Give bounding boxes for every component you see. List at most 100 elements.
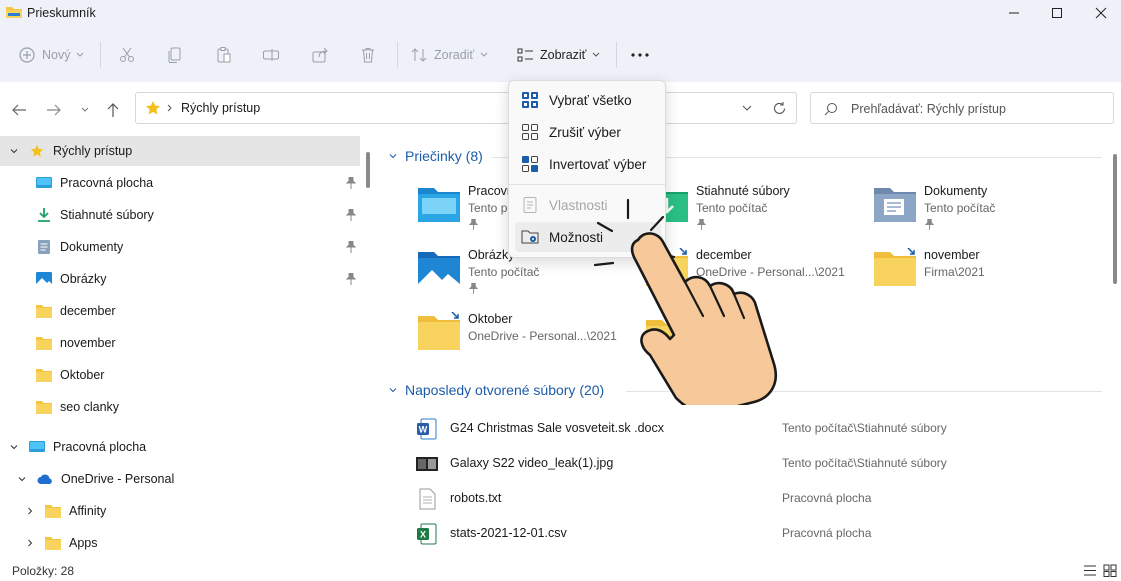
svg-text:W: W xyxy=(419,425,428,435)
close-icon xyxy=(1095,7,1107,19)
new-label: Nový xyxy=(42,48,71,62)
pointing-hand-icon xyxy=(593,198,777,405)
recent-section-header[interactable]: Naposledy otvorené súbory (20) xyxy=(388,382,604,398)
sidebar-item-desktop[interactable]: Pracovná plocha xyxy=(0,168,360,198)
recent-file-row[interactable]: W G24 Christmas Sale vosveteit.sk .docx … xyxy=(416,411,1096,445)
maximize-button[interactable] xyxy=(1034,0,1080,26)
desktop-folder-icon xyxy=(418,188,460,222)
paste-button[interactable] xyxy=(215,42,233,68)
sidebar-item-label: Pracovná plocha xyxy=(60,176,154,190)
desktop-icon xyxy=(36,177,52,188)
pin-icon xyxy=(469,283,478,294)
menu-item-invert-selection[interactable]: Invertovať výber xyxy=(515,149,661,179)
word-icon: W xyxy=(417,418,437,440)
sidebar-item-label: Stiahnuté súbory xyxy=(60,208,154,222)
view-button[interactable]: Zobraziť xyxy=(516,42,600,68)
navigation-pane: Rýchly prístup Pracovná plocha Stiahnuté… xyxy=(0,136,372,560)
rename-icon xyxy=(263,49,279,61)
address-path: Rýchly prístup xyxy=(181,101,261,115)
chevron-down-icon xyxy=(593,52,600,57)
sidebar-item-label: november xyxy=(60,336,116,350)
file-location: Pracovná plocha xyxy=(782,526,872,540)
sidebar-item-label: OneDrive - Personal xyxy=(61,472,175,486)
copy-button[interactable] xyxy=(166,42,184,68)
sidebar-item-documents[interactable]: Dokumenty xyxy=(0,232,360,262)
view-label: Zobraziť xyxy=(540,48,587,62)
refresh-icon[interactable] xyxy=(772,101,787,116)
menu-item-select-all[interactable]: Vybrať všetko xyxy=(515,85,661,115)
sidebar-item-affinity[interactable]: Affinity xyxy=(0,496,360,526)
chevron-right-icon xyxy=(28,507,33,515)
address-bar[interactable]: Rýchly prístup xyxy=(135,92,797,124)
folder-tile-documents[interactable]: Dokumenty Tento počítač xyxy=(874,184,1084,236)
share-button[interactable] xyxy=(311,42,329,68)
sidebar-item-oktober[interactable]: Oktober xyxy=(0,360,360,390)
pin-icon xyxy=(925,219,934,230)
sort-button[interactable]: Zoradiť xyxy=(410,42,488,68)
pin-icon xyxy=(346,177,356,189)
pin-icon xyxy=(469,219,478,230)
desktop-icon xyxy=(29,441,45,452)
invert-selection-icon xyxy=(522,156,538,172)
sidebar-item-onedrive[interactable]: OneDrive - Personal xyxy=(0,464,360,494)
chevron-down-icon xyxy=(10,445,18,450)
chevron-down-icon xyxy=(77,52,84,57)
recent-locations-button[interactable] xyxy=(75,100,95,120)
chevron-down-icon xyxy=(480,52,488,57)
folders-header-label: Priečinky (8) xyxy=(405,148,483,164)
menu-item-select-none[interactable]: Zrušiť výber xyxy=(515,117,661,147)
sidebar-item-december[interactable]: december xyxy=(0,296,360,326)
folder-icon xyxy=(418,312,460,350)
folders-section-header[interactable]: Priečinky (8) xyxy=(388,148,483,164)
chevron-down-icon[interactable] xyxy=(742,105,752,112)
documents-icon xyxy=(38,240,50,254)
search-box[interactable]: Prehľadávať: Rýchly prístup xyxy=(810,92,1114,124)
pictures-folder-icon xyxy=(418,252,460,286)
more-options-button[interactable] xyxy=(630,42,650,68)
up-button[interactable] xyxy=(103,100,123,120)
content-scrollbar[interactable] xyxy=(1113,154,1117,284)
close-button[interactable] xyxy=(1078,0,1121,26)
sidebar-item-seo-clanky[interactable]: seo clanky xyxy=(0,392,360,422)
file-location: Tento počítač\Stiahnuté súbory xyxy=(782,421,947,435)
share-icon xyxy=(312,47,328,63)
sidebar-item-quick-access[interactable]: Rýchly prístup xyxy=(0,136,360,166)
chevron-right-icon xyxy=(167,104,172,112)
sidebar-item-november[interactable]: november xyxy=(0,328,360,358)
window-title: Prieskumník xyxy=(27,6,96,20)
status-bar: Položky: 28 xyxy=(0,560,1121,581)
details-view-icon[interactable] xyxy=(1083,564,1097,577)
sidebar-item-label: Dokumenty xyxy=(60,240,124,254)
sidebar-scrollbar[interactable] xyxy=(366,152,370,188)
rename-button[interactable] xyxy=(262,42,280,68)
forward-button[interactable] xyxy=(44,100,64,120)
new-button[interactable]: Nový xyxy=(18,42,84,68)
tiles-view-icon[interactable] xyxy=(1103,564,1117,577)
sidebar-item-label: Rýchly prístup xyxy=(53,144,133,158)
back-button[interactable] xyxy=(9,100,29,120)
folder-tile-november[interactable]: november Firma\2021 xyxy=(874,248,1084,300)
sidebar-item-downloads[interactable]: Stiahnuté súbory xyxy=(0,200,360,230)
text-file-icon xyxy=(419,488,436,510)
recent-header-label: Naposledy otvorené súbory (20) xyxy=(405,382,605,398)
pictures-icon xyxy=(36,272,52,286)
recent-file-row[interactable]: robots.txt Pracovná plocha xyxy=(416,481,1096,515)
chevron-down-icon xyxy=(81,107,89,112)
sort-label: Zoradiť xyxy=(434,48,475,62)
recent-file-row[interactable]: X stats-2021-12-01.csv Pracovná plocha xyxy=(416,516,1096,550)
pin-icon xyxy=(346,209,356,221)
paste-icon xyxy=(217,47,231,63)
sidebar-item-label: seo clanky xyxy=(60,400,120,414)
cut-button[interactable] xyxy=(118,42,136,68)
sidebar-item-desktop-root[interactable]: Pracovná plocha xyxy=(0,432,360,462)
minimize-button[interactable] xyxy=(991,0,1037,26)
select-all-icon xyxy=(522,92,538,108)
arrow-up-icon xyxy=(107,103,119,117)
star-icon xyxy=(146,101,160,115)
recent-file-row[interactable]: Galaxy S22 video_leak(1).jpg Tento počít… xyxy=(416,446,1096,480)
sidebar-item-apps[interactable]: Apps xyxy=(0,528,360,558)
folder-icon xyxy=(36,337,52,350)
delete-button[interactable] xyxy=(359,42,377,68)
chevron-down-icon xyxy=(10,149,18,154)
sidebar-item-pictures[interactable]: Obrázky xyxy=(0,264,360,294)
